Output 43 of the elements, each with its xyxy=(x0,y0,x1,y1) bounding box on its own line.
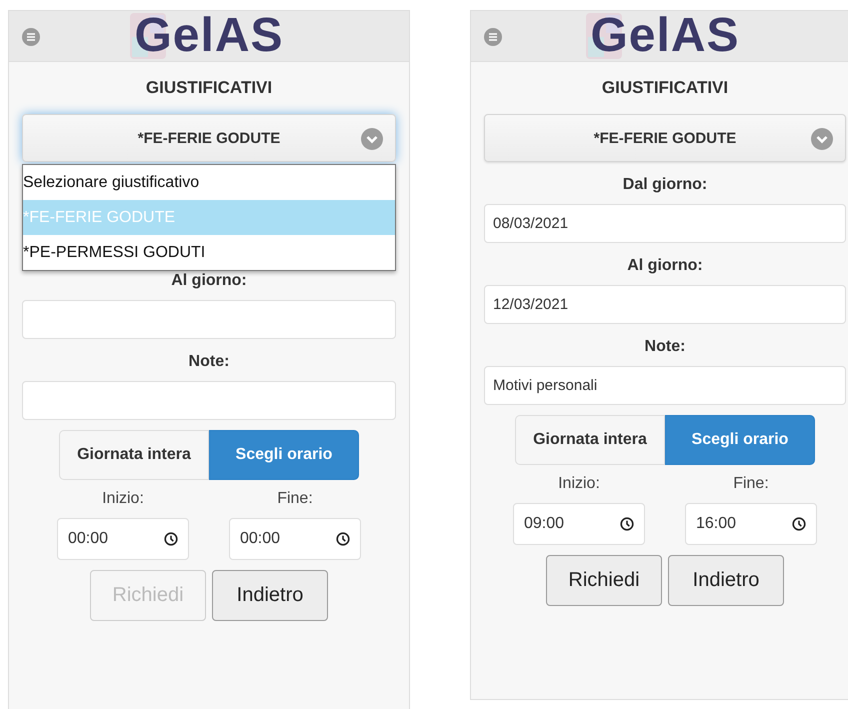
clock-icon xyxy=(620,517,634,531)
clock-icon xyxy=(164,532,178,546)
time-label: Inizio: xyxy=(102,490,144,508)
time-input-field[interactable]: 00:00 xyxy=(229,518,361,560)
field-label: Note: xyxy=(188,353,230,371)
menu-icon[interactable] xyxy=(484,28,502,46)
menu-icon[interactable] xyxy=(22,28,40,46)
time-label: Fine: xyxy=(733,475,769,493)
chevron-down-icon xyxy=(811,128,833,150)
action-button[interactable]: Indietro xyxy=(668,555,784,606)
action-button[interactable]: Indietro xyxy=(212,570,328,621)
action-button[interactable]: Richiedi xyxy=(546,555,662,606)
clock-icon xyxy=(336,532,350,546)
input-field[interactable]: 08/03/2021 xyxy=(484,204,846,243)
time-input-field[interactable]: 16:00 xyxy=(685,503,817,545)
field-label: Al giorno: xyxy=(171,272,247,290)
time-input-field[interactable]: 09:00 xyxy=(513,503,645,545)
dropdown-select[interactable]: *FE-FERIE GODUTE xyxy=(484,114,846,162)
field-label: Dal giorno: xyxy=(622,176,708,194)
time-label: Fine: xyxy=(277,490,313,508)
clock-icon xyxy=(792,517,806,531)
toggle-button[interactable]: Giornata intera xyxy=(59,430,209,480)
time-label: Inizio: xyxy=(558,475,600,493)
dropdown-option[interactable]: Selezionare giustificativo xyxy=(23,165,395,200)
field-label: Al giorno: xyxy=(627,257,703,275)
input-field[interactable] xyxy=(22,381,396,420)
time-input-field[interactable]: 00:00 xyxy=(57,518,189,560)
toggle-button[interactable]: Scegli orario xyxy=(209,430,359,480)
page-title: GIUSTIFICATIVI xyxy=(602,78,728,98)
time-value: 00:00 xyxy=(68,530,108,548)
toggle-button[interactable]: Giornata intera xyxy=(515,415,665,465)
dropdown-select[interactable]: *FE-FERIE GODUTE xyxy=(22,114,396,162)
time-value: 16:00 xyxy=(696,515,736,533)
field-label: Note: xyxy=(644,338,686,356)
time-value: 00:00 xyxy=(240,530,280,548)
input-field[interactable] xyxy=(22,300,396,339)
dropdown-option[interactable]: *PE-PERMESSI GODUTI xyxy=(23,235,395,270)
chevron-down-icon xyxy=(361,128,383,150)
toggle-button[interactable]: Scegli orario xyxy=(665,415,815,465)
input-field[interactable]: Motivi personali xyxy=(484,366,846,405)
time-value: 09:00 xyxy=(524,515,564,533)
input-field[interactable]: 12/03/2021 xyxy=(484,285,846,324)
page-title: GIUSTIFICATIVI xyxy=(146,78,272,98)
